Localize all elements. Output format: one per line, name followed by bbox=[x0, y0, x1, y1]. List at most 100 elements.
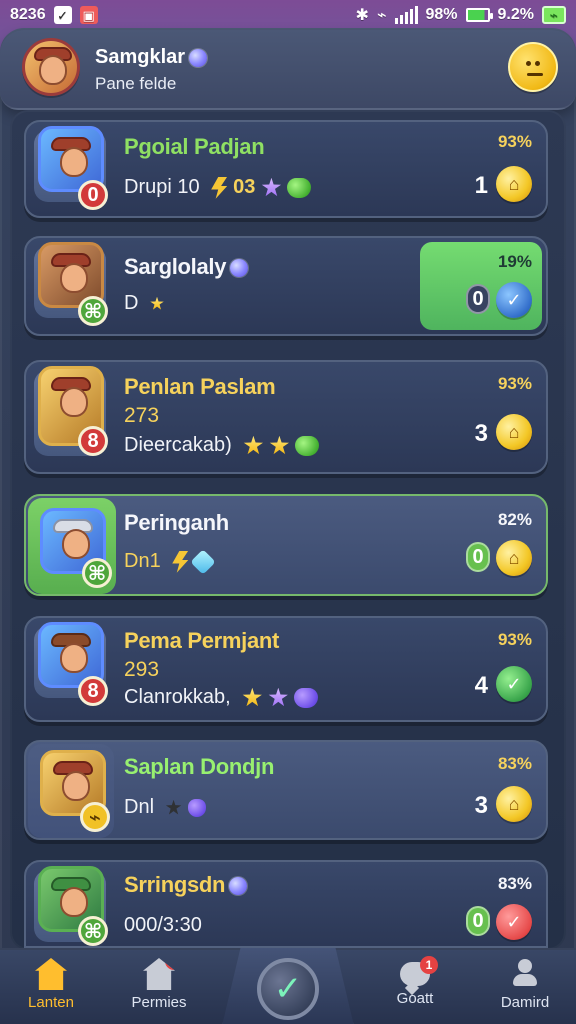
gem-icon bbox=[229, 877, 248, 896]
small-badge-icon bbox=[150, 296, 164, 310]
coin-icon[interactable]: ⌂ bbox=[496, 166, 532, 202]
check-blue-icon[interactable]: ✓ bbox=[496, 282, 532, 318]
player-name: Peringanh bbox=[124, 510, 229, 535]
star-icon bbox=[242, 687, 262, 707]
player-detail: D bbox=[124, 292, 164, 315]
face-icon bbox=[62, 771, 90, 801]
coin-icon[interactable]: ⌂ bbox=[496, 414, 532, 450]
bluetooth-icon: ✱ bbox=[355, 7, 369, 24]
nav-label: Goatt bbox=[396, 990, 434, 1007]
percent-text: 93% bbox=[497, 132, 532, 151]
percent-text: 82% bbox=[497, 510, 532, 529]
count-text: 1 bbox=[474, 172, 488, 199]
nav-item-damird[interactable]: Damird bbox=[480, 958, 570, 1024]
player-detail: Clanrokkab, bbox=[124, 686, 319, 709]
face-icon bbox=[39, 55, 67, 85]
player-name: Pema Permjant bbox=[124, 628, 280, 653]
list-item[interactable]: ⌁ Saplan Dondjn Dnl 83% 3 ⌂ bbox=[24, 740, 548, 840]
signal-icon bbox=[394, 6, 418, 24]
blob-icon bbox=[294, 687, 319, 708]
face-icon bbox=[60, 887, 88, 917]
count-text: 4 bbox=[474, 672, 488, 699]
dark-star-icon bbox=[165, 799, 182, 815]
face-icon bbox=[60, 643, 88, 673]
list-item[interactable]: 0 Pgoial Padjan Drupi 10 03 93% 1 ⌂ bbox=[24, 120, 548, 218]
profile-avatar[interactable] bbox=[22, 38, 80, 96]
avatar-badge: 0 bbox=[78, 180, 108, 210]
check-red-icon[interactable]: ✓ bbox=[496, 904, 532, 940]
coin-icon[interactable]: ⌂ bbox=[496, 540, 532, 576]
battery-percent-left: 98% bbox=[425, 6, 458, 23]
notification-badge: 1 bbox=[165, 958, 175, 970]
percent-text: 83% bbox=[497, 874, 532, 893]
percent-text: 93% bbox=[497, 630, 532, 649]
bolt-icon bbox=[211, 176, 228, 199]
player-name: Pgoial Padjan bbox=[124, 134, 265, 159]
player-name: Srringsdn bbox=[124, 872, 248, 898]
leaf-icon: ⌘ bbox=[78, 296, 108, 326]
star-icon bbox=[268, 687, 288, 707]
wifi-icon: ⌁ bbox=[376, 7, 387, 24]
player-name: Penlan Paslam bbox=[124, 374, 276, 399]
avatar-badge: 8 bbox=[78, 426, 108, 456]
home-icon bbox=[35, 958, 67, 990]
face-icon bbox=[60, 147, 88, 177]
player-score: 273 bbox=[124, 404, 160, 427]
face-icon bbox=[60, 387, 88, 417]
player-name: Sarglolaly bbox=[124, 254, 249, 280]
nav-item-home[interactable]: Lanten bbox=[6, 958, 96, 1024]
nav-item-permies[interactable]: 1 Permies bbox=[114, 958, 204, 1024]
face-icon bbox=[60, 263, 88, 293]
bottom-navigation: Lanten 1 Permies ✓ 1 Goatt Damird bbox=[0, 948, 576, 1024]
nav-label: Damird bbox=[500, 994, 550, 1011]
face-icon bbox=[62, 529, 90, 559]
list-item[interactable]: 8 Pema Permjant 293 Clanrokkab, 93% 4 ✓ bbox=[24, 616, 548, 722]
leaf-icon: ⌘ bbox=[78, 916, 108, 946]
count-text: 3 bbox=[474, 420, 488, 447]
notification-badge: 1 bbox=[420, 956, 438, 974]
list-item[interactable]: ⌘ Srringsdn 000/3:30 83% 0 ✓ bbox=[24, 860, 548, 948]
player-detail: 000/3:30 bbox=[124, 914, 202, 936]
status-bar: 8236 ✓ ▣ ✱ ⌁ 98% 9.2% ⌁ bbox=[0, 0, 576, 30]
emoji-mouth bbox=[527, 73, 543, 76]
primary-action-button[interactable]: ✓ bbox=[257, 958, 319, 1020]
list-item[interactable]: 8 Penlan Paslam 273 Dieercakab) 93% 3 ⌂ bbox=[24, 360, 548, 474]
avatar-badge: 8 bbox=[78, 676, 108, 706]
player-detail: Dn1 bbox=[124, 548, 216, 575]
player-score: 293 bbox=[124, 658, 160, 681]
avatar-badge: ⌁ bbox=[80, 802, 110, 832]
player-detail: Dieercakab) bbox=[124, 434, 320, 457]
check-green-icon[interactable]: ✓ bbox=[496, 666, 532, 702]
list-item[interactable]: ⌘ Peringanh Dn1 82% 0 ⌂ bbox=[24, 494, 548, 596]
count-pill: 0 bbox=[466, 542, 490, 572]
status-left: 8236 ✓ ▣ bbox=[10, 6, 98, 24]
profile-title: Samgklar bbox=[95, 46, 208, 69]
blob-icon bbox=[295, 435, 320, 456]
battery-icon bbox=[465, 8, 493, 22]
count-text: 3 bbox=[474, 792, 488, 819]
player-detail: Drupi 10 03 bbox=[124, 176, 312, 199]
profile-subtitle: Pane felde bbox=[95, 74, 177, 93]
bolt-icon bbox=[172, 550, 189, 573]
count-pill: 0 bbox=[466, 284, 490, 314]
house-icon: 1 bbox=[143, 958, 175, 990]
star-icon bbox=[269, 435, 289, 455]
star-icon bbox=[243, 435, 263, 455]
nav-label: Lanten bbox=[28, 994, 74, 1011]
emoji-button[interactable] bbox=[508, 42, 558, 92]
player-name: Saplan Dondjn bbox=[124, 754, 275, 779]
nav-item-goatt[interactable]: 1 Goatt bbox=[370, 956, 460, 1024]
percent-text: 93% bbox=[497, 374, 532, 393]
nav-label: Permies bbox=[131, 994, 187, 1011]
list-item[interactable]: ⌘ Sarglolaly D 19% 0 ✓ bbox=[24, 236, 548, 336]
percent-text: 19% bbox=[497, 252, 532, 271]
leaf-icon: ⌘ bbox=[82, 558, 112, 588]
battery-percent-right: 9.2% bbox=[497, 6, 534, 23]
percent-text: 83% bbox=[497, 754, 532, 773]
app-icon: ▣ bbox=[79, 6, 98, 24]
user-icon bbox=[509, 958, 541, 990]
coin-icon[interactable]: ⌂ bbox=[496, 786, 532, 822]
gem-icon bbox=[190, 548, 216, 575]
blob-icon bbox=[287, 177, 312, 198]
gem-icon bbox=[230, 259, 249, 278]
